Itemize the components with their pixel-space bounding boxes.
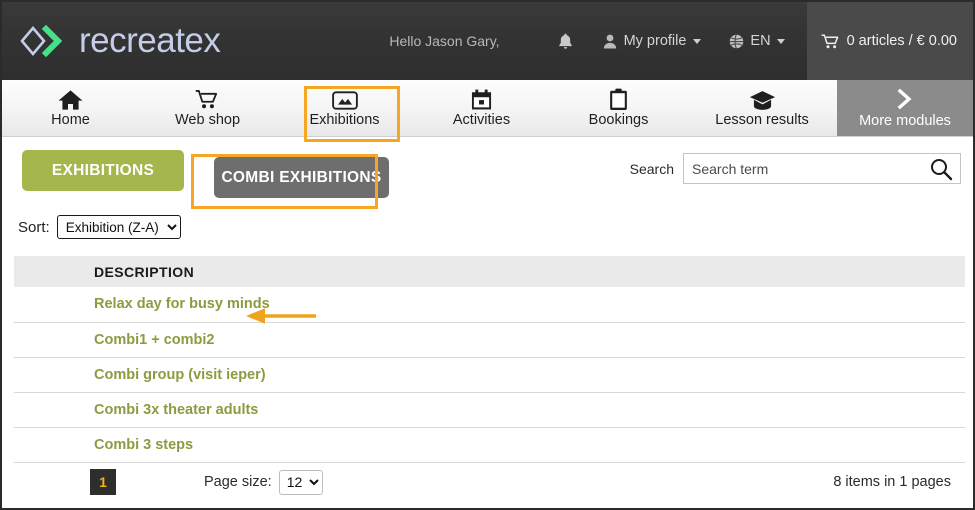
- bell-icon[interactable]: [558, 33, 573, 50]
- page-size-label: Page size:: [204, 474, 272, 490]
- nav-item-more-modules[interactable]: More modules: [837, 80, 973, 136]
- table-cell-description: Relax day for busy minds: [14, 287, 965, 322]
- sort-area: Sort: Exhibition (Z-A) Exhibition (A-Z): [14, 202, 961, 244]
- calendar-icon: [471, 87, 492, 111]
- cart-icon: [195, 87, 220, 111]
- brand-name: recreatex: [79, 21, 221, 60]
- pagination-footer: 1 Page size: 12 24 48 8 items in 1 pages: [14, 463, 961, 502]
- user-icon: [603, 34, 617, 49]
- search-area: Search: [630, 150, 961, 184]
- sort-label: Sort:: [18, 218, 50, 236]
- exhibitions-table: DESCRIPTION Relax day for busy minds Com…: [14, 256, 965, 463]
- nav-item-label: Bookings: [588, 112, 649, 129]
- picture-icon: [331, 87, 358, 111]
- exhibition-link[interactable]: Relax day for busy minds: [94, 296, 270, 312]
- chevron-down-icon: [776, 38, 785, 44]
- main-navigation: Home Web shop Exhibitions Activities Boo…: [2, 80, 973, 137]
- table-row[interactable]: Combi 3 steps: [14, 427, 965, 462]
- exhibition-link[interactable]: Combi group (visit ieper): [94, 367, 266, 383]
- nav-more-label: More modules: [859, 113, 951, 129]
- table-row[interactable]: Combi group (visit ieper): [14, 357, 965, 392]
- language-menu[interactable]: EN: [729, 33, 785, 49]
- page-size-select[interactable]: 12 24 48: [278, 469, 323, 495]
- home-icon: [58, 87, 83, 111]
- chevron-right-icon: [895, 87, 915, 111]
- table-body: Relax day for busy minds Combi1 + combi2…: [14, 287, 965, 462]
- page-size-area: Page size: 12 24 48: [204, 469, 323, 495]
- nav-item-label: Web shop: [174, 112, 241, 129]
- table-cell-description: Combi 3x theater adults: [14, 392, 965, 427]
- nav-item-activities[interactable]: Activities: [413, 80, 550, 136]
- nav-item-label: Exhibitions: [309, 112, 380, 129]
- nav-item-lesson-results[interactable]: Lesson results: [687, 80, 837, 136]
- header-right-cluster: Hello Jason Gary, My profile EN 0 articl…: [389, 2, 973, 80]
- cart-button[interactable]: 0 articles / € 0.00: [806, 2, 973, 80]
- nav-item-exhibitions[interactable]: Exhibitions: [276, 80, 413, 136]
- application-window: recreatex Hello Jason Gary, My profile E…: [0, 0, 975, 510]
- tab-exhibitions[interactable]: EXHIBITIONS: [22, 150, 184, 191]
- page-content: EXHIBITIONS COMBI EXHIBITIONS Search Sea…: [2, 137, 973, 502]
- my-profile-menu[interactable]: My profile: [603, 33, 702, 49]
- language-label: EN: [750, 33, 771, 49]
- table-cell-description: Combi1 + combi2: [14, 322, 965, 357]
- chevron-down-icon: [693, 38, 702, 44]
- clipboard-icon: [609, 87, 628, 111]
- nav-item-home[interactable]: Home: [2, 80, 139, 136]
- column-header-description: DESCRIPTION: [94, 263, 195, 280]
- page-number-1[interactable]: 1: [90, 469, 116, 495]
- search-box[interactable]: [683, 153, 961, 184]
- greeting-text: Hello Jason Gary,: [389, 33, 500, 49]
- search-input[interactable]: [684, 154, 960, 183]
- diamond-chevron-logo-icon: [20, 24, 63, 58]
- graduation-cap-icon: [749, 87, 776, 111]
- nav-item-bookings[interactable]: Bookings: [550, 80, 687, 136]
- my-profile-label: My profile: [623, 33, 687, 49]
- top-header-bar: recreatex Hello Jason Gary, My profile E…: [2, 2, 973, 80]
- nav-item-label: Activities: [452, 112, 511, 129]
- exhibition-link[interactable]: Combi1 + combi2: [94, 332, 214, 348]
- table-row[interactable]: Relax day for busy minds: [14, 287, 965, 322]
- nav-item-label: Lesson results: [715, 112, 809, 129]
- cart-total-label: 0 articles / € 0.00: [846, 33, 957, 49]
- items-count-label: 8 items in 1 pages: [833, 474, 951, 490]
- table-cell-description: Combi 3 steps: [14, 427, 965, 462]
- table-cell-description: Combi group (visit ieper): [14, 357, 965, 392]
- globe-icon: [729, 33, 744, 49]
- search-icon[interactable]: [929, 157, 953, 186]
- table-header-row: DESCRIPTION: [14, 256, 965, 287]
- tab-bar: EXHIBITIONS COMBI EXHIBITIONS Search: [14, 137, 961, 202]
- exhibition-link[interactable]: Combi 3x theater adults: [94, 402, 258, 418]
- table-row[interactable]: Combi1 + combi2: [14, 322, 965, 357]
- table-row[interactable]: Combi 3x theater adults: [14, 392, 965, 427]
- nav-item-web-shop[interactable]: Web shop: [139, 80, 276, 136]
- brand-logo[interactable]: recreatex: [18, 21, 221, 61]
- nav-item-label: Home: [51, 112, 90, 129]
- exhibition-link[interactable]: Combi 3 steps: [94, 437, 193, 453]
- tab-combi-wrapper: COMBI EXHIBITIONS: [207, 150, 396, 205]
- search-label: Search: [629, 160, 674, 177]
- sort-select[interactable]: Exhibition (Z-A) Exhibition (A-Z): [56, 215, 181, 239]
- tab-combi-exhibitions[interactable]: COMBI EXHIBITIONS: [214, 157, 389, 198]
- cart-icon: [821, 33, 839, 49]
